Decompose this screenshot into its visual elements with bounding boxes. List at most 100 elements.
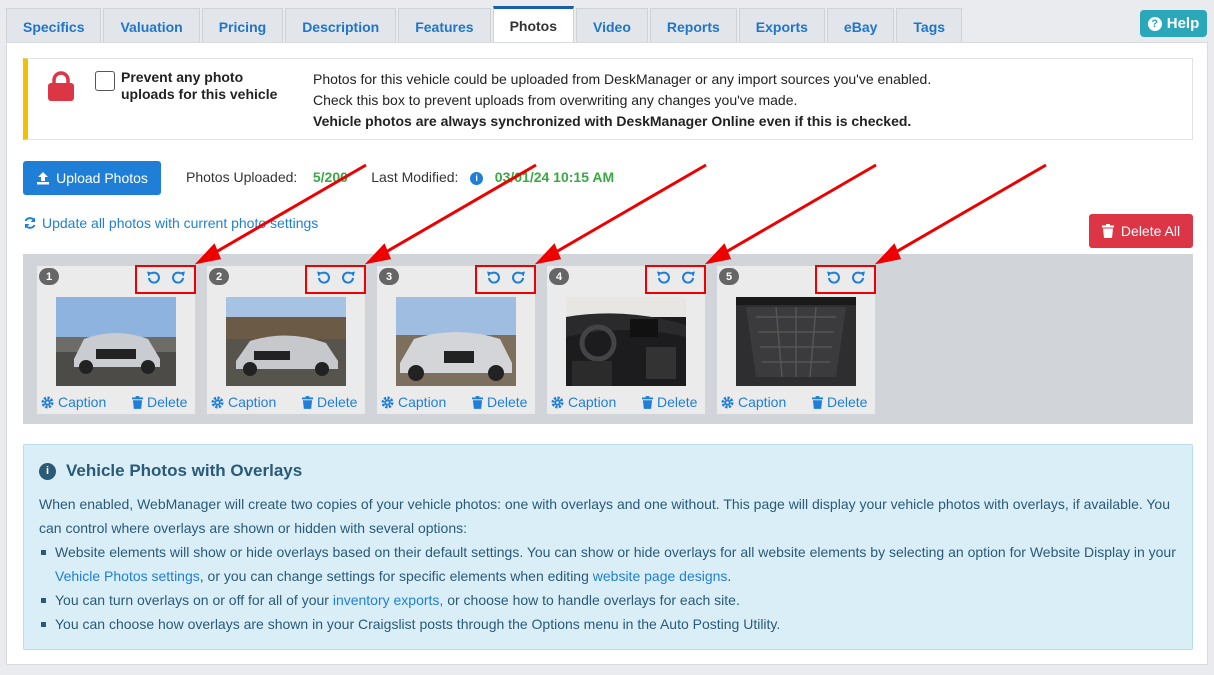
gear-icon xyxy=(41,396,54,408)
photo-thumbnail[interactable] xyxy=(736,297,856,386)
caption-label: Caption xyxy=(398,394,447,410)
photo-card: 2 Caption Delete xyxy=(207,265,366,414)
photo-card: 5 Caption Delete xyxy=(717,265,876,414)
delete-photo-button[interactable]: Delete xyxy=(302,394,357,410)
photo-actions: Caption Delete xyxy=(547,394,705,412)
rotate-highlight-box xyxy=(135,265,196,294)
photo-gallery: 1 Caption Delete 2 Caption Delete 3 Capt… xyxy=(23,254,1193,424)
overlays-title: i Vehicle Photos with Overlays xyxy=(39,461,302,481)
photo-actions: Caption Delete xyxy=(377,394,535,412)
tab-video[interactable]: Video xyxy=(576,8,648,44)
rotate-highlight-box xyxy=(475,265,536,294)
photo-card: 4 Caption Delete xyxy=(547,265,706,414)
upload-photos-label: Upload Photos xyxy=(56,170,148,186)
caption-label: Caption xyxy=(58,394,107,410)
rotate-highlight-box xyxy=(815,265,876,294)
photo-thumbnail[interactable] xyxy=(396,297,516,386)
vehicle-photos-settings-link[interactable]: Vehicle Photos settings xyxy=(55,568,200,584)
gear-icon xyxy=(381,396,394,408)
tab-valuation[interactable]: Valuation xyxy=(103,8,200,44)
question-icon: ? xyxy=(1147,16,1162,31)
trash-icon xyxy=(1101,224,1114,238)
delete-label: Delete xyxy=(827,394,868,410)
trash-icon xyxy=(812,395,823,409)
refresh-icon xyxy=(24,217,36,229)
prevent-uploads-checkbox[interactable] xyxy=(95,71,115,91)
upload-photos-button[interactable]: Upload Photos xyxy=(23,161,161,195)
delete-photo-button[interactable]: Delete xyxy=(472,394,527,410)
upload-lock-notice: Prevent any photo uploads for this vehic… xyxy=(23,58,1193,140)
delete-label: Delete xyxy=(487,394,528,410)
tab-description[interactable]: Description xyxy=(285,8,397,44)
help-label: Help xyxy=(1166,15,1200,32)
photos-panel: Prevent any photo uploads for this vehic… xyxy=(6,42,1208,665)
delete-label: Delete xyxy=(317,394,358,410)
update-photos-link[interactable]: Update all photos with current photo set… xyxy=(23,215,318,231)
gear-icon xyxy=(211,396,224,408)
photo-thumbnail[interactable] xyxy=(226,297,346,386)
lock-desc-line2: Check this box to prevent uploads from o… xyxy=(313,92,798,108)
trash-icon xyxy=(132,395,143,409)
photo-number-badge: 1 xyxy=(39,268,59,285)
delete-photo-button[interactable]: Delete xyxy=(642,394,697,410)
rotate-highlight-box xyxy=(305,265,366,294)
caption-button[interactable]: Caption xyxy=(41,394,106,410)
inventory-exports-link[interactable]: inventory exports, xyxy=(333,592,444,608)
last-modified-value: 03/01/24 10:15 AM xyxy=(494,169,615,185)
photo-number-badge: 3 xyxy=(379,268,399,285)
tab-ebay[interactable]: eBay xyxy=(826,8,895,44)
tab-exports[interactable]: Exports xyxy=(738,8,825,44)
overlays-body: When enabled, WebManager will create two… xyxy=(39,492,1184,636)
tab-photos[interactable]: Photos xyxy=(492,6,575,43)
photo-actions: Caption Delete xyxy=(717,394,875,412)
prevent-uploads-label[interactable]: Prevent any photo uploads for this vehic… xyxy=(121,69,291,103)
gear-icon xyxy=(551,396,564,408)
gear-icon xyxy=(721,396,734,408)
photo-actions: Caption Delete xyxy=(207,394,365,412)
trash-icon xyxy=(642,395,653,409)
lock-desc-line3: Vehicle photos are always synchronized w… xyxy=(313,113,912,129)
caption-button[interactable]: Caption xyxy=(551,394,616,410)
delete-label: Delete xyxy=(147,394,188,410)
caption-button[interactable]: Caption xyxy=(721,394,786,410)
tab-specifics[interactable]: Specifics xyxy=(6,8,102,44)
tab-pricing[interactable]: Pricing xyxy=(201,8,284,44)
photo-number-badge: 5 xyxy=(719,268,739,285)
caption-button[interactable]: Caption xyxy=(381,394,446,410)
info-icon: i xyxy=(39,462,56,480)
tab-reports[interactable]: Reports xyxy=(649,8,737,44)
caption-button[interactable]: Caption xyxy=(211,394,276,410)
update-photos-label: Update all photos with current photo set… xyxy=(42,215,319,231)
help-button[interactable]: ? Help xyxy=(1140,10,1207,37)
list-item: You can turn overlays on or off for all … xyxy=(41,588,1184,612)
overlays-title-text: Vehicle Photos with Overlays xyxy=(66,461,303,480)
caption-label: Caption xyxy=(738,394,787,410)
tab-features[interactable]: Features xyxy=(398,8,491,44)
photo-card: 3 Caption Delete xyxy=(377,265,536,414)
info-icon[interactable]: i xyxy=(470,172,484,185)
rotate-highlight-box xyxy=(645,265,706,294)
caption-label: Caption xyxy=(568,394,617,410)
trash-icon xyxy=(472,395,483,409)
photo-number-badge: 4 xyxy=(549,268,569,285)
tab-tags[interactable]: Tags xyxy=(896,8,963,44)
photo-thumbnail[interactable] xyxy=(566,297,686,386)
overlays-list: Website elements will show or hide overl… xyxy=(39,540,1184,636)
delete-photo-button[interactable]: Delete xyxy=(812,394,867,410)
delete-photo-button[interactable]: Delete xyxy=(132,394,187,410)
caption-label: Caption xyxy=(228,394,277,410)
delete-all-button[interactable]: Delete All xyxy=(1089,214,1193,248)
tab-bar: Specifics Valuation Pricing Description … xyxy=(6,6,964,44)
overlays-intro: When enabled, WebManager will create two… xyxy=(39,496,1171,536)
lock-icon xyxy=(48,71,74,101)
photo-card: 1 Caption Delete xyxy=(37,265,196,414)
list-item: Website elements will show or hide overl… xyxy=(41,540,1184,588)
website-page-designs-link[interactable]: website page designs xyxy=(593,568,728,584)
upload-icon xyxy=(37,172,50,185)
photos-uploaded-label: Photos Uploaded: xyxy=(186,169,298,185)
photo-number-badge: 2 xyxy=(209,268,229,285)
delete-label: Delete xyxy=(657,394,698,410)
photo-thumbnail[interactable] xyxy=(56,297,176,386)
trash-icon xyxy=(302,395,313,409)
photo-actions: Caption Delete xyxy=(37,394,195,412)
